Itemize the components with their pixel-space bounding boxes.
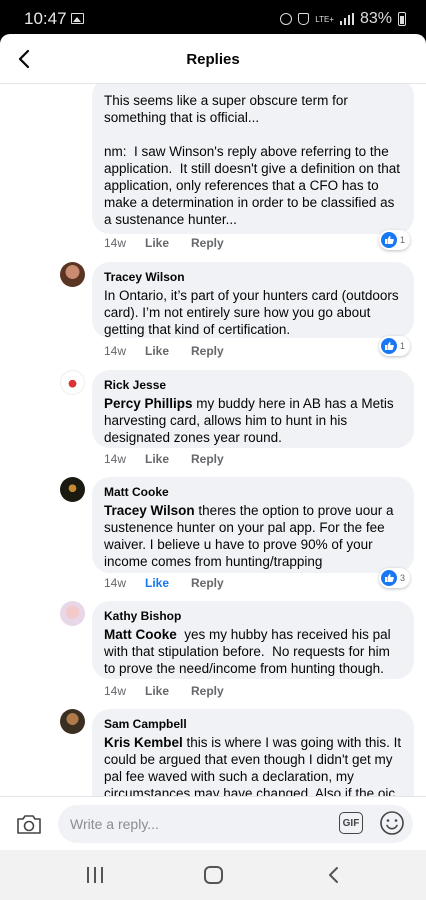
comment-actions: 14w Like Reply — [104, 236, 224, 250]
reply-button[interactable]: Reply — [191, 344, 224, 358]
status-time: 10:47 — [24, 9, 67, 28]
system-back-button[interactable] — [324, 865, 344, 885]
reply-bar: GIF — [0, 796, 426, 850]
like-thumb-icon — [380, 338, 397, 354]
comment-timestamp: 14w — [104, 452, 127, 466]
alarm-icon — [280, 13, 293, 25]
comment-timestamp: 14w — [104, 684, 127, 698]
signal-icon — [339, 13, 354, 25]
comment-author[interactable]: Tracey Wilson — [104, 270, 402, 284]
comment-text: Kris Kembel this is where I was going wi… — [104, 734, 402, 796]
like-thumb-icon — [380, 232, 397, 248]
page-title: Replies — [186, 51, 240, 68]
camera-button[interactable] — [16, 812, 42, 836]
comment-text: Percy Phillips my buddy here in AB has a… — [104, 395, 402, 446]
network-type: LTE+ — [315, 14, 334, 24]
reply-button[interactable]: Reply — [191, 452, 224, 466]
like-button[interactable]: Like — [145, 684, 191, 698]
comment-timestamp: 14w — [104, 236, 127, 250]
comment-actions: 14w Like Reply — [104, 344, 224, 358]
like-button[interactable]: Like — [145, 452, 191, 466]
comment-author[interactable]: Kathy Bishop — [104, 609, 402, 623]
system-nav-bar — [0, 850, 426, 900]
comment-actions: 14w Like Reply — [104, 684, 224, 698]
vibrate-icon — [298, 13, 310, 25]
like-button[interactable]: Like — [145, 576, 191, 590]
comment-author[interactable]: Sam Campbell — [104, 717, 402, 731]
reaction-count[interactable]: 1 — [378, 336, 410, 356]
comment-bubble[interactable]: Kathy Bishop Matt Cooke yes my hubby has… — [92, 601, 414, 679]
mention-link[interactable]: Matt Cooke — [104, 627, 177, 642]
gallery-notification-icon — [71, 13, 84, 24]
comment-bubble[interactable]: Matt Cooke Tracey Wilson theres the opti… — [92, 477, 414, 573]
comment-author[interactable]: Rick Jesse — [104, 378, 402, 392]
reply-button[interactable]: Reply — [191, 236, 224, 250]
mention-link[interactable]: Kris Kembel — [104, 735, 183, 750]
replies-header: Replies — [0, 34, 426, 84]
back-chevron-icon — [329, 867, 338, 883]
reaction-count[interactable]: 1 — [378, 230, 410, 250]
avatar[interactable] — [60, 262, 85, 287]
comment-text: Tracey Wilson theres the option to prove… — [104, 502, 402, 570]
avatar[interactable] — [60, 477, 85, 502]
battery-icon — [398, 12, 406, 26]
avatar[interactable] — [60, 601, 85, 626]
battery-percent: 83% — [359, 10, 392, 27]
like-thumb-icon — [380, 570, 397, 586]
like-button[interactable]: Like — [145, 236, 191, 250]
comment-bubble[interactable]: Tracey Wilson In Ontario, it’s part of y… — [92, 262, 414, 338]
reaction-count[interactable]: 3 — [378, 568, 410, 588]
comment-bubble[interactable]: This seems like a super obscure term for… — [92, 84, 414, 234]
avatar[interactable] — [60, 709, 85, 734]
comment-author[interactable]: Matt Cooke — [104, 485, 402, 499]
emoji-button[interactable] — [379, 810, 405, 836]
gif-button[interactable]: GIF — [339, 812, 363, 834]
comment-bubble[interactable]: Sam Campbell Kris Kembel this is where I… — [92, 709, 414, 796]
comment-actions: 14w Like Reply — [104, 576, 224, 590]
recent-apps-button[interactable] — [87, 867, 105, 883]
like-button[interactable]: Like — [145, 344, 191, 358]
comments-list: This seems like a super obscure term for… — [0, 84, 426, 796]
comment-text: In Ontario, it’s part of your hunters ca… — [104, 288, 403, 337]
camera-icon — [17, 815, 41, 834]
reaction-number: 3 — [399, 573, 405, 583]
gif-icon: GIF — [342, 817, 360, 829]
status-bar: 10:47 LTE+ 83% — [0, 0, 426, 38]
comment-timestamp: 14w — [104, 344, 127, 358]
comment-text: Matt Cooke yes my hubby has received his… — [104, 626, 402, 677]
mention-link[interactable]: Tracey Wilson — [104, 503, 195, 518]
comment-actions: 14w Like Reply — [104, 452, 224, 466]
status-icons: LTE+ 83% — [280, 10, 406, 28]
emoji-icon — [380, 811, 404, 835]
reaction-number: 1 — [399, 341, 405, 351]
comment-timestamp: 14w — [104, 576, 127, 590]
reply-button[interactable]: Reply — [191, 684, 224, 698]
home-button[interactable] — [204, 866, 223, 884]
avatar[interactable] — [60, 370, 85, 395]
reply-button[interactable]: Reply — [191, 576, 224, 590]
reaction-number: 1 — [399, 235, 405, 245]
comment-bubble[interactable]: Rick Jesse Percy Phillips my buddy here … — [92, 370, 414, 448]
comment-text: This seems like a super obscure term for… — [104, 93, 401, 227]
mention-link[interactable]: Percy Phillips — [104, 396, 193, 411]
